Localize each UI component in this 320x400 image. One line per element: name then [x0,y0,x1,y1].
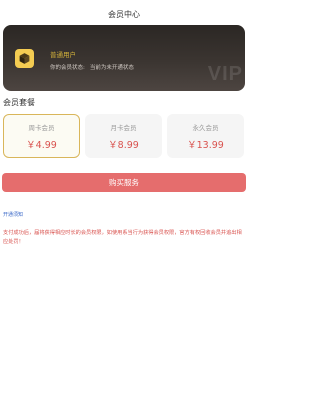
plans-section-title: 会员套餐 [3,98,35,107]
member-card: 普通用户 你的会员状态: 当前为未开通状态 VIP [3,25,245,91]
plan-price: ￥8.99 [108,139,139,151]
box-icon [19,53,30,64]
avatar [15,49,34,68]
plan-card-weekly[interactable]: 周卡会员 ￥4.99 [3,114,80,158]
member-status: 你的会员状态: 当前为未开通状态 [50,63,134,71]
vip-watermark: VIP [207,63,243,85]
plans-list: 周卡会员 ￥4.99 月卡会员 ￥8.99 永久会员 ￥13.99 [0,114,248,160]
plan-name: 月卡会员 [110,123,137,132]
plan-card-monthly[interactable]: 月卡会员 ￥8.99 [85,114,162,158]
plan-price: ￥4.99 [26,139,57,151]
user-name: 普通用户 [50,51,76,59]
plan-price: ￥13.99 [187,139,224,151]
status-label: 你的会员状态: [50,65,85,71]
status-value: 当前为未开通状态 [89,65,134,71]
page-header: 会员中心 [0,0,248,28]
plan-name: 永久会员 [192,123,219,132]
page-title: 会员中心 [108,9,140,19]
plan-name: 周卡会员 [28,123,55,132]
notice-title: 开通须知 [3,212,24,218]
notice-text: 支付成功后，届将获得相应时长的会员权限，如使用系当行为获得会员权限，官方有权回收… [3,230,242,245]
plan-card-lifetime[interactable]: 永久会员 ￥13.99 [167,114,244,158]
buy-button[interactable]: 购买服务 [2,173,246,192]
